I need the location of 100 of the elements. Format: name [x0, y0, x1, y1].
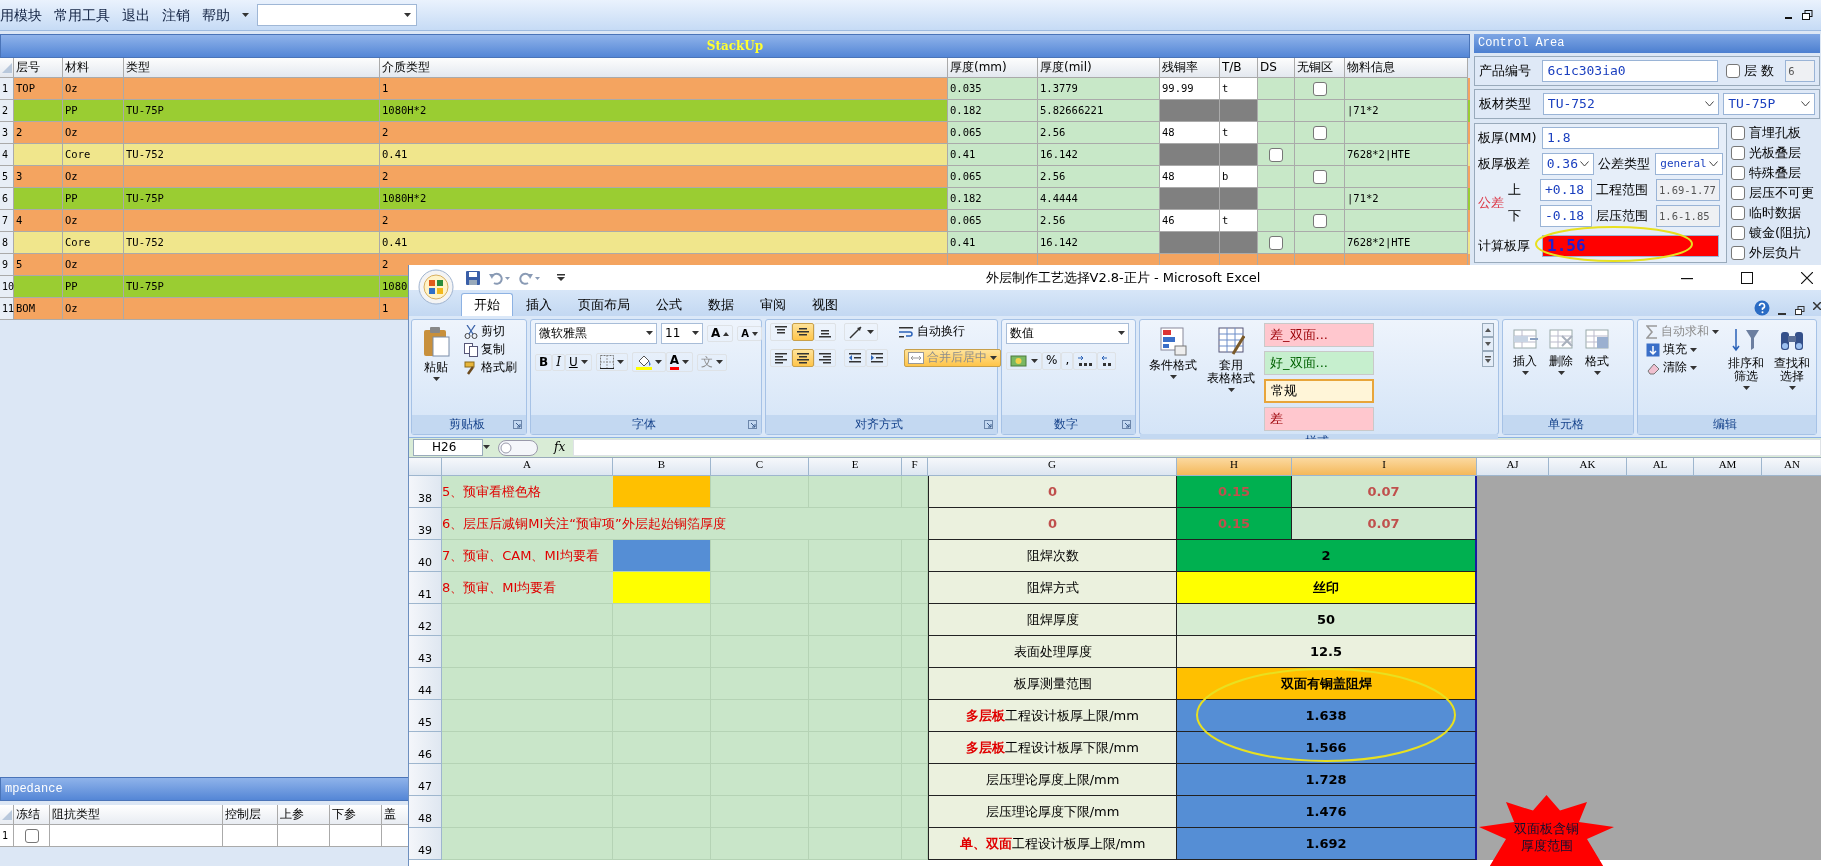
row-header[interactable]: 48: [409, 796, 442, 828]
cells-button[interactable]: 插入: [1507, 323, 1543, 412]
row-header[interactable]: 41: [409, 572, 442, 604]
checkbox[interactable]: [1269, 235, 1283, 250]
input-field[interactable]: +0.18: [1540, 179, 1592, 201]
row-header[interactable]: 46: [409, 732, 442, 764]
restore-icon[interactable]: [1795, 306, 1805, 316]
checkbox[interactable]: [1731, 166, 1745, 180]
sort-filter-button[interactable]: 排序和 筛选: [1723, 323, 1769, 412]
more-icon[interactable]: [1482, 351, 1494, 367]
style-option[interactable]: 常规: [1264, 379, 1374, 403]
font-name-field[interactable]: 微软雅黑: [535, 323, 657, 344]
conditional-format-button[interactable]: 条件格式: [1144, 323, 1202, 431]
increase-indent-button[interactable]: [866, 349, 888, 367]
grow-font-button[interactable]: A: [707, 324, 734, 343]
column-header[interactable]: AJ: [1477, 458, 1549, 476]
scroll-down-icon[interactable]: [1482, 337, 1494, 351]
row-header[interactable]: 49: [409, 828, 442, 860]
column-header[interactable]: AN: [1762, 458, 1821, 476]
row-header[interactable]: 45: [409, 700, 442, 732]
column-header[interactable]: F: [902, 458, 928, 476]
help-icon[interactable]: [1754, 300, 1770, 316]
close-icon[interactable]: [1813, 302, 1821, 310]
column-header[interactable]: G: [928, 458, 1177, 476]
row-header[interactable]: 43: [409, 636, 442, 668]
dropdown-field[interactable]: TU-752: [1542, 93, 1720, 115]
name-box[interactable]: H26: [413, 439, 483, 456]
column-header[interactable]: I: [1292, 458, 1477, 476]
checkbox[interactable]: [1312, 125, 1327, 140]
checkbox[interactable]: [1731, 146, 1745, 160]
italic-button[interactable]: I: [552, 353, 565, 371]
cut-button[interactable]: 剪切: [460, 323, 521, 341]
menu-item[interactable]: 用模块: [0, 6, 50, 24]
function-button[interactable]: fx: [554, 440, 566, 455]
dropdown-field[interactable]: [257, 4, 417, 26]
font-color-button[interactable]: A: [665, 352, 693, 373]
style-option[interactable]: 差_双面...: [1264, 323, 1374, 347]
column-header[interactable]: AL: [1627, 458, 1694, 476]
style-option[interactable]: 差: [1264, 407, 1374, 431]
checkbox[interactable]: [1725, 64, 1740, 78]
find-select-button[interactable]: 查找和 选择: [1769, 323, 1815, 412]
currency-button[interactable]: [1006, 352, 1042, 370]
dropdown-field[interactable]: 0.36: [1541, 153, 1594, 175]
cells-button[interactable]: 删除: [1543, 323, 1579, 412]
style-option[interactable]: 好_双面...: [1264, 351, 1374, 375]
input-field[interactable]: 1.6-1.85: [1656, 205, 1720, 227]
checkbox[interactable]: [24, 828, 39, 843]
column-header[interactable]: AK: [1549, 458, 1627, 476]
column-header[interactable]: C: [711, 458, 809, 476]
percent-button[interactable]: %: [1042, 352, 1062, 370]
fill-button[interactable]: 填充: [1642, 341, 1723, 359]
dialog-launcher-icon[interactable]: [1122, 420, 1131, 429]
input-field[interactable]: -0.18: [1540, 205, 1592, 227]
input-field[interactable]: 1.8: [1542, 127, 1719, 149]
checkbox[interactable]: [1312, 81, 1327, 96]
checkbox[interactable]: [1312, 169, 1327, 184]
format-painter-button[interactable]: 格式刷: [460, 359, 521, 377]
decrease-decimal-button[interactable]: [1097, 352, 1117, 370]
fill-color-button[interactable]: [631, 352, 666, 373]
wrap-text-button[interactable]: 自动换行: [894, 323, 969, 341]
formula-input[interactable]: [573, 439, 1821, 456]
row-header[interactable]: 42: [409, 604, 442, 636]
checkbox[interactable]: [1731, 206, 1745, 220]
column-header[interactable]: H: [1177, 458, 1292, 476]
copy-button[interactable]: 复制: [460, 341, 521, 359]
row-header[interactable]: 40: [409, 540, 442, 572]
menu-item[interactable]: 注销: [162, 6, 198, 24]
column-header[interactable]: B: [613, 458, 711, 476]
orientation-button[interactable]: [844, 323, 878, 341]
menu-item[interactable]: 退出: [122, 6, 158, 24]
align-button[interactable]: [792, 349, 814, 367]
column-header[interactable]: E: [809, 458, 902, 476]
row-header[interactable]: 38: [409, 476, 442, 508]
menu-item[interactable]: 常用工具: [54, 6, 118, 24]
bold-button[interactable]: B: [535, 353, 553, 371]
formula-bar-handle-icon[interactable]: [498, 439, 538, 456]
customize-icon[interactable]: [557, 273, 565, 282]
checkbox[interactable]: [1312, 213, 1327, 228]
comma-button[interactable]: ,: [1061, 352, 1074, 370]
dropdown-field[interactable]: general: [1655, 153, 1723, 175]
dialog-launcher-icon[interactable]: [748, 420, 757, 429]
underline-button[interactable]: U: [564, 353, 592, 371]
checkbox[interactable]: [1269, 147, 1283, 162]
menu-item[interactable]: 帮助: [202, 6, 238, 24]
paste-button[interactable]: 粘贴: [416, 323, 456, 412]
borders-button[interactable]: [595, 353, 628, 372]
checkbox[interactable]: [1731, 126, 1745, 140]
dropdown-field[interactable]: TU-75P: [1723, 93, 1815, 115]
input-field[interactable]: 1.69-1.77: [1656, 179, 1720, 201]
maximize-icon[interactable]: [1741, 271, 1753, 284]
number-format-field[interactable]: 数值: [1006, 323, 1129, 344]
checkbox[interactable]: [1731, 246, 1745, 260]
align-button[interactable]: [792, 323, 814, 341]
decrease-indent-button[interactable]: [844, 349, 866, 367]
clear-button[interactable]: 清除: [1642, 359, 1723, 377]
input-field[interactable]: 6: [1785, 60, 1815, 82]
redo-icon[interactable]: [519, 270, 541, 285]
column-header[interactable]: AM: [1694, 458, 1762, 476]
close-icon[interactable]: [1801, 271, 1813, 284]
checkbox[interactable]: [1731, 186, 1745, 200]
